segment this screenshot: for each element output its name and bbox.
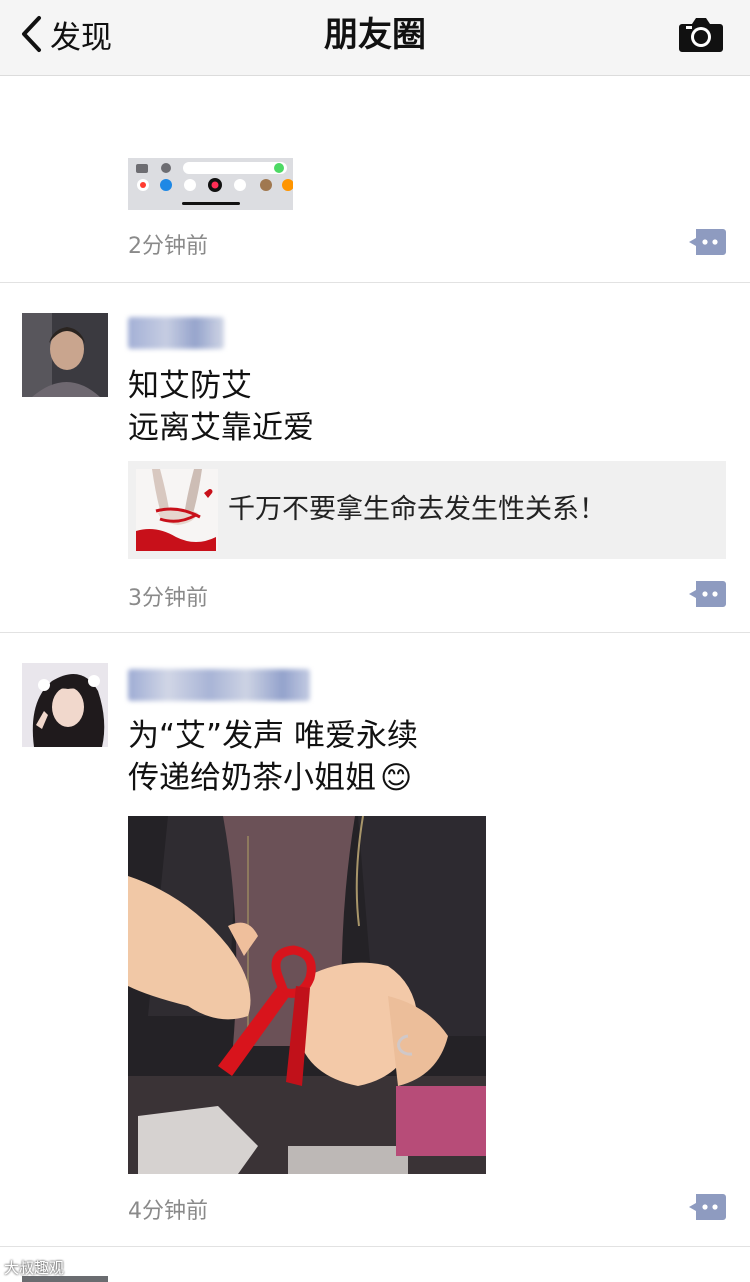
moment-post: 2分钟前	[0, 77, 750, 283]
more-actions-icon	[689, 1194, 726, 1220]
post-time: 2分钟前	[128, 234, 208, 259]
link-title: 千万不要拿生命去发生性关系！	[228, 494, 606, 525]
post-time: 4分钟前	[128, 1199, 208, 1224]
post-text: 为“艾”发声 唯爱永续 传递给奶茶小姐姐 😊	[128, 715, 418, 799]
more-actions-icon	[689, 229, 726, 255]
shared-link-card[interactable]: 千万不要拿生命去发生性关系！	[128, 461, 726, 559]
post-text: 知艾防艾 远离艾靠近爱	[128, 365, 314, 449]
camera-icon[interactable]	[678, 14, 724, 54]
avatar[interactable]	[22, 313, 108, 397]
moment-post: 知艾防艾 远离艾靠近爱 千万不要拿生命去发生性关系！ 3分钟前	[0, 283, 750, 633]
comment-button[interactable]	[688, 227, 726, 257]
moment-post: 为“艾”发声 唯爱永续 传递给奶茶小姐姐 😊 4分钟前	[0, 633, 750, 1247]
comment-button[interactable]	[688, 579, 726, 609]
link-thumbnail	[136, 469, 218, 551]
smile-emoji-icon: 😊	[380, 760, 413, 796]
page-title: 朋友圈	[324, 15, 426, 55]
nickname-blurred[interactable]	[128, 669, 310, 701]
navigation-bar: 发现 朋友圈	[0, 0, 750, 76]
comment-button[interactable]	[688, 1192, 726, 1222]
watermark: 大叔趣观	[4, 1259, 65, 1277]
nickname-blurred[interactable]	[128, 317, 224, 349]
post-text-line: 远离艾靠近爱	[128, 410, 314, 446]
post-photo[interactable]	[128, 816, 486, 1174]
post-text-line: 为“艾”发声 唯爱永续	[128, 718, 418, 754]
keyboard-screenshot-thumbnail[interactable]	[128, 158, 293, 210]
post-text-line: 知艾防艾	[128, 368, 252, 404]
avatar[interactable]	[22, 663, 108, 747]
more-actions-icon	[689, 581, 726, 607]
post-time: 3分钟前	[128, 586, 208, 611]
post-text-line: 传递给奶茶小姐姐 😊	[128, 760, 413, 796]
